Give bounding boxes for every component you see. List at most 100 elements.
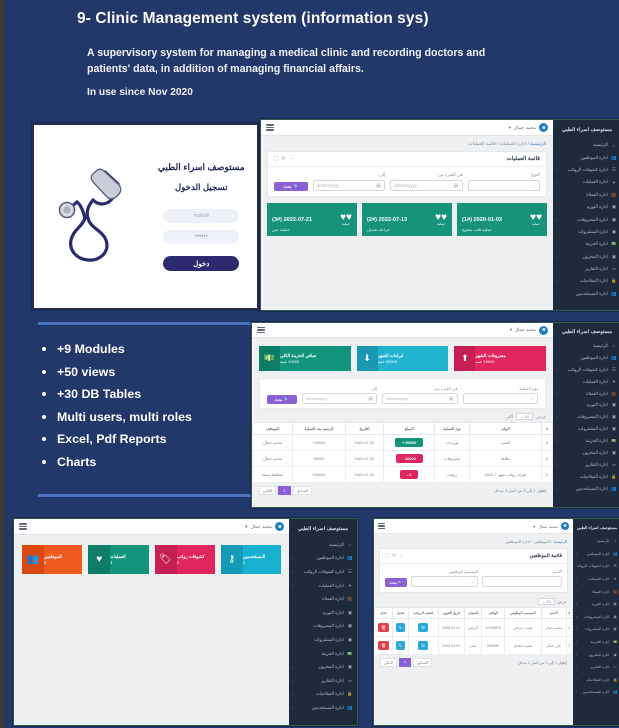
sidebar-item-10[interactable]: ▭ ادارة التقارير ‹ — [289, 674, 357, 688]
sidebar-item-6[interactable]: ▣ ادارة المصروفات ‹ — [553, 411, 619, 423]
stat-card[interactable]: صافي الخزينة الكلي 40000 جنيه 💵 — [258, 346, 351, 371]
column-header[interactable]: الرصيد بعد العملية — [292, 422, 346, 435]
sidebar-item-12[interactable]: 👥 ادارة المستخدمين ‹ — [553, 483, 619, 495]
edit-button[interactable]: ✎ — [395, 641, 406, 650]
sidebar-item-2[interactable]: ☰ ادارة كشوفات الرواتب ‹ — [289, 565, 357, 579]
filter-name-input[interactable] — [481, 576, 562, 587]
filter-date-to-input[interactable]: 🗓 dd/mm/yyyy — [302, 393, 378, 404]
search-button[interactable]: 🔍 بحث — [267, 395, 298, 404]
calendar-icon[interactable]: 🗓 — [376, 183, 381, 189]
filter-date-to-input[interactable]: 🗓 dd/mm/yyyy — [313, 180, 386, 191]
column-header[interactable]: # — [540, 422, 554, 435]
sidebar-item-8[interactable]: 💵 ادارة الخزينة ‹ — [553, 435, 619, 447]
filter-op-type-select[interactable]: ⌄ — [462, 393, 538, 404]
sidebar-item-2[interactable]: ☰ ادارة كشوفات الرواتب ‹ — [573, 560, 619, 573]
user-menu[interactable]: محمد جمال ▾ — [510, 325, 548, 335]
sidebar-item-0[interactable]: ⌂ الرئيسية — [553, 139, 619, 151]
hamburger-icon[interactable] — [378, 522, 385, 530]
sidebar-item-3[interactable]: ♥ ادارة العمليات ‹ — [289, 579, 357, 593]
calendar-icon[interactable]: 🗓 — [453, 183, 458, 189]
operation-card[interactable]: ♥♥ عملية 2022-07-21 (3#) عملية عين — [267, 203, 357, 236]
column-header[interactable]: المسمى الوظيفي — [504, 607, 542, 619]
sidebar-item-3[interactable]: ♥ ادارة العمليات ‹ — [553, 376, 619, 388]
sidebar-item-4[interactable]: 💼 ادارة العملاء ‹ — [289, 592, 357, 606]
sidebar-item-12[interactable]: 👥 ادارة المستخدمين ‹ — [289, 701, 357, 715]
column-header[interactable]: الموظف — [252, 422, 294, 435]
sidebar-item-10[interactable]: ▭ ادارة التقارير ‹ — [553, 263, 619, 275]
pager-prev-button[interactable]: السابق — [292, 486, 313, 495]
column-header[interactable]: المبلغ — [383, 422, 436, 435]
stat-card[interactable]: مصروفات الشهر 10000 جنيه ⬆ — [454, 346, 546, 371]
sidebar-item-0[interactable]: ⌂ الرئيسية — [553, 340, 619, 352]
sidebar-item-8[interactable]: 💵 ادارة الخزينة ‹ — [553, 238, 619, 250]
column-header[interactable]: البيان — [468, 422, 542, 435]
sidebar-item-12[interactable]: 👥 ادارة المستخدمين ‹ — [573, 686, 619, 699]
summary-tile[interactable]: العمليات 1 ♥ — [88, 545, 149, 574]
pager-next-button[interactable]: التالي — [259, 486, 277, 495]
sidebar-item-9[interactable]: ▣ ادارة المخزون ‹ — [289, 660, 357, 674]
sidebar-item-3[interactable]: ♥ ادارة العمليات ‹ — [553, 176, 619, 188]
page-size-selector[interactable]: عرض 10 ⌄ — [380, 598, 567, 605]
sidebar-item-6[interactable]: ▣ ادارة المصروفات ‹ — [289, 620, 357, 634]
pager-page-1[interactable]: 1 — [278, 486, 291, 495]
payroll-button[interactable]: ☰ — [418, 623, 428, 632]
password-field[interactable]: •••••• — [163, 230, 240, 244]
pager-prev-button[interactable]: السابق — [412, 658, 432, 667]
panel-tools[interactable]: − ⟳ ⛶ — [385, 553, 402, 559]
sidebar-item-11[interactable]: 🔒 ادارة الصلاحيات ‹ — [573, 674, 619, 687]
sidebar-item-4[interactable]: 💼 ادارة العملاء ‹ — [553, 189, 619, 201]
sidebar-item-7[interactable]: ▣ ادارة المشتروات ‹ — [289, 633, 357, 647]
refresh-icon[interactable]: ⟳ — [282, 156, 286, 162]
sidebar-item-12[interactable]: 👥 ادارة المستخدمين ‹ — [553, 288, 619, 300]
pager-next-button[interactable]: التالي — [380, 658, 397, 667]
refresh-icon[interactable]: ⟳ — [392, 553, 396, 559]
table-row[interactable]: 2 علي جمال طبيب اطفال 090909 مصر 2020-01-01 ☰ ✎… — [374, 636, 574, 655]
operation-card[interactable]: ♥♥ عملية 2022-07-13 (2#) جراحة تجميل — [362, 203, 452, 236]
sidebar-item-6[interactable]: ▣ ادارة المصروفات ‹ — [573, 611, 619, 624]
sidebar-item-8[interactable]: 💵 ادارة الخزينة ‹ — [289, 647, 357, 661]
column-header[interactable]: تعديل — [391, 607, 409, 619]
sidebar-item-7[interactable]: ▣ ادارة المشتروات ‹ — [573, 623, 619, 636]
table-row[interactable]: 1 صرف رواتب شهر 7-2022 رواتب 0 - 2022-07-20 1… — [252, 466, 554, 483]
page-size-selector[interactable]: عرض 10 ⌄ أكثر — [259, 413, 546, 420]
sidebar-item-2[interactable]: ☰ ادارة كشوفات الرواتب ‹ — [553, 364, 619, 376]
filter-job-title-select[interactable]: ⌄ — [411, 576, 478, 587]
breadcrumb-item-home[interactable]: الرئيسية — [553, 539, 567, 544]
hamburger-icon[interactable] — [266, 123, 274, 132]
filter-date-from-input[interactable]: 🗓 dd/mm/yyyy — [390, 180, 463, 191]
column-header[interactable]: العنوان — [464, 607, 482, 619]
pager-buttons[interactable]: السابق 1 التالي — [259, 486, 313, 495]
column-header[interactable]: حذف — [374, 607, 393, 619]
column-header[interactable]: # — [565, 607, 574, 619]
sidebar-item-1[interactable]: 👥 ادارة الموظفين ‹ — [289, 552, 357, 566]
user-menu[interactable]: محمد جمال ▾ — [533, 522, 569, 530]
table-row[interactable]: 1 محمد جمال طبيب جراحي 01100876 الرياض 2020-0… — [374, 618, 574, 637]
filter-type-select[interactable]: ⌄ — [467, 180, 540, 191]
sidebar-item-8[interactable]: 💵 ادارة الخزينة ‹ — [573, 636, 619, 649]
sidebar-item-1[interactable]: 👥 ادارة الموظفين ‹ — [553, 151, 619, 163]
sidebar-item-9[interactable]: ▣ ادارة المخزون ‹ — [553, 251, 619, 263]
sidebar-item-9[interactable]: ▣ ادارة المخزون ‹ — [553, 447, 619, 459]
sidebar-item-11[interactable]: 🔒 ادارة الصلاحيات ‹ — [553, 275, 619, 287]
summary-tile[interactable]: كشوفات رواتب 2 🏷 — [154, 545, 215, 574]
sidebar-item-7[interactable]: ▣ ادارة المشتروات ‹ — [553, 226, 619, 238]
column-header[interactable]: نوع العملية — [434, 422, 470, 435]
minimize-icon[interactable]: − — [400, 553, 403, 559]
sidebar-item-3[interactable]: ♥ ادارة العمليات ‹ — [573, 573, 619, 586]
column-header[interactable]: تاريخ التعيين — [437, 607, 466, 619]
page-size-select[interactable]: 10 ⌄ — [538, 598, 555, 605]
sidebar-item-11[interactable]: 🔒 ادارة الصلاحيات ‹ — [289, 688, 357, 702]
hamburger-icon[interactable] — [257, 326, 265, 335]
sidebar-item-2[interactable]: ☰ ادارة كشوفات الرواتب ‹ — [553, 164, 619, 176]
sidebar-item-0[interactable]: ⌂ الرئيسية — [573, 535, 619, 548]
sidebar-item-0[interactable]: ⌂ الرئيسية — [289, 538, 357, 552]
calendar-icon[interactable]: 🗓 — [449, 396, 454, 401]
search-button[interactable]: 🔍 بحث — [385, 578, 407, 587]
sidebar-item-6[interactable]: ▣ ادارة المصروفات ‹ — [553, 213, 619, 225]
sidebar-item-1[interactable]: 👥 ادارة الموظفين ‹ — [573, 548, 619, 561]
expand-icon[interactable]: ⛶ — [274, 156, 278, 162]
pager-buttons[interactable]: السابق 1 التالي — [380, 658, 432, 667]
sidebar-item-1[interactable]: 👥 ادارة الموظفين ‹ — [553, 352, 619, 364]
expand-icon[interactable]: ⛶ — [385, 553, 388, 559]
username-field[interactable]: mahdi — [163, 209, 240, 223]
